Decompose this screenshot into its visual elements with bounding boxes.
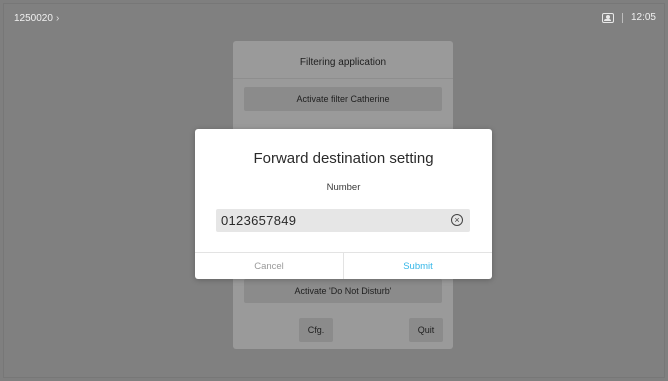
line-number-indicator[interactable]: 1250020 › <box>14 13 59 24</box>
panel-title: Filtering application <box>299 56 387 68</box>
cfg-button[interactable]: Cfg. <box>299 318 333 342</box>
dialog-title: Forward destination setting <box>253 150 434 167</box>
submit-button[interactable]: Submit <box>344 253 492 279</box>
screen-frame: 1250020 › 12:05 Filtering application Ac… <box>3 3 665 378</box>
cancel-button[interactable]: Cancel <box>195 253 343 279</box>
number-field-container[interactable]: × <box>216 209 470 232</box>
quit-button[interactable]: Quit <box>409 318 443 342</box>
number-input[interactable] <box>221 213 436 228</box>
number-field-label: Number <box>326 182 361 193</box>
panel-divider <box>233 78 453 79</box>
line-number: 1250020 <box>14 13 53 24</box>
status-area: 12:05 <box>601 12 656 23</box>
clock: 12:05 <box>630 12 656 23</box>
chevron-right-icon: › <box>55 13 60 24</box>
activate-dnd-button[interactable]: Activate 'Do Not Disturb' <box>244 279 442 303</box>
forward-destination-dialog: Forward destination setting Number × Can… <box>195 129 492 279</box>
clear-icon[interactable]: × <box>451 214 463 226</box>
contact-icon[interactable] <box>601 12 614 23</box>
activate-filter-button[interactable]: Activate filter Catherine <box>244 87 442 111</box>
status-divider <box>621 12 623 23</box>
